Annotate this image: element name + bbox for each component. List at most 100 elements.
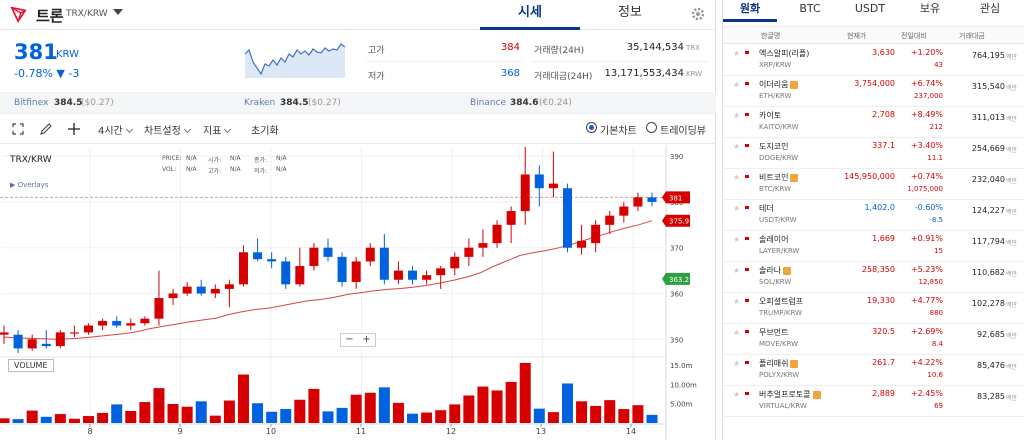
time-tick-label: 11 [356, 427, 366, 436]
exchange-name[interactable]: Binance [470, 98, 506, 108]
basic-chart-radio[interactable] [586, 122, 597, 133]
tab-holdings[interactable]: 보유 [903, 0, 957, 22]
high-value: 384 [500, 42, 520, 53]
candle-body [464, 247, 474, 257]
star-icon[interactable]: ★ [733, 297, 740, 306]
zoom-in-button[interactable]: + [362, 334, 370, 346]
star-icon[interactable]: ★ [733, 80, 740, 89]
divider [532, 61, 708, 62]
market-row[interactable]: ★ 비트코인 BTC/KRW 145,950,000 +0.74% 1,075,000 23… [723, 169, 1024, 200]
candle-body [55, 332, 65, 347]
candle-body [534, 174, 544, 189]
change-marker [745, 82, 749, 85]
market-row[interactable]: ★ 솔레이어 LAYER/KRW 1,669 +0.91% 15 117,794 백만 [723, 231, 1024, 262]
coin-name-text: 이더리움 [759, 80, 789, 89]
candle-body [281, 261, 291, 285]
star-icon[interactable]: ★ [733, 111, 740, 120]
tab-info[interactable]: 정보 [580, 0, 680, 30]
market-row[interactable]: ★ 테더 USDT/KRW 1,402.0 -0.60% -8.5 124,227 백만 [723, 200, 1024, 231]
coin-change-pct: +3.40% [910, 141, 943, 150]
candle-body [548, 183, 558, 189]
market-row[interactable]: ★ 버추얼프로토콜 VIRTUAL/KRW 2,889 +2.45% 69 83,285 백만 [723, 386, 1024, 417]
chart-canvas[interactable]: 39038037036035015.0m10.00m5.00m891011121… [0, 145, 716, 440]
market-row[interactable]: ★ 폴리매쉬 POLYX/KRW 261.7 +4.22% 10.6 85,476 백만 [723, 355, 1024, 386]
overlays-toggle[interactable]: ▶ Overlays [10, 181, 48, 189]
tab-krw[interactable]: 원화 [723, 0, 777, 22]
volume-unit: 백만 [1005, 271, 1017, 278]
volume-bar [505, 381, 517, 423]
star-icon[interactable]: ★ [733, 142, 740, 151]
coin-volume: 124,227 [971, 206, 1005, 215]
volume-bar [83, 416, 95, 423]
star-icon[interactable]: ★ [733, 266, 740, 275]
star-icon[interactable]: ★ [733, 328, 740, 337]
col-name[interactable]: 한글명 [761, 31, 780, 41]
market-row[interactable]: ★ 무브먼트 MOVE/KRW 320.5 +2.69% 8.4 92,685 백만 [723, 324, 1024, 355]
col-volume[interactable]: 거래대금 [959, 31, 985, 41]
tab-sise[interactable]: 시세 [480, 0, 580, 30]
reset-button[interactable]: 초기화 [251, 122, 279, 137]
volume-unit: TRX [686, 44, 700, 52]
volume-unit: 백만 [1005, 333, 1017, 340]
exchange-name[interactable]: Kraken [244, 98, 275, 108]
legend-key: VOL: [162, 166, 177, 173]
indicators-label: 지표 [203, 126, 222, 137]
tradingview-radio[interactable] [646, 122, 657, 133]
gear-icon[interactable] [690, 6, 706, 22]
candle-body [492, 224, 502, 244]
legend-key: 종가: [254, 157, 268, 164]
coin-change-pct: +2.69% [910, 327, 943, 336]
market-row[interactable]: ★ 도지코인 DOGE/KRW 337.1 +3.40% 11.1 254,669 백만 [723, 138, 1024, 169]
amount-value: 13,171,553,434 [604, 68, 684, 79]
star-icon[interactable]: ★ [733, 235, 740, 244]
indicators-dropdown[interactable]: 지표 [203, 122, 232, 137]
change-amount: ▼ -3 [56, 67, 80, 80]
market-row[interactable]: ★ 오피셜트럼프 TRUMP/KRW 19,330 +4.77% 880 102,278 백만 [723, 293, 1024, 324]
market-row[interactable]: ★ 솔라나 SOL/KRW 258,350 +5.23% 12,850 110,682 백만 [723, 262, 1024, 293]
volume-bar [26, 410, 38, 423]
crosshair-icon[interactable] [67, 122, 81, 136]
tab-favorites[interactable]: 관심 [963, 0, 1017, 22]
zoom-out-button[interactable]: − [345, 334, 353, 346]
star-icon[interactable]: ★ [733, 49, 740, 58]
market-row[interactable]: ★ 엑스알피(리플) XRP/KRW 3,630 +1.20% 43 764,195 백만 [723, 45, 1024, 76]
candle-body [450, 256, 460, 269]
coin-name: 오피셜트럼프 [759, 296, 803, 307]
coin-name: 카이토 [759, 110, 781, 121]
legend-value: N/A [186, 166, 197, 173]
tab-btc[interactable]: BTC [783, 0, 837, 22]
candle-body [154, 298, 164, 319]
fullscreen-icon[interactable] [12, 123, 24, 135]
market-row[interactable]: ★ 카이토 KAITO/KRW 2,708 +8.49% 212 311,013 백만 [723, 107, 1024, 138]
star-icon[interactable]: ★ [733, 390, 740, 399]
exchange-name[interactable]: Bitfinex [14, 98, 48, 108]
star-icon[interactable]: ★ [733, 359, 740, 368]
star-icon[interactable]: ★ [733, 173, 740, 182]
col-change[interactable]: 전일대비 [901, 31, 927, 41]
col-price[interactable]: 현재가 [847, 31, 866, 41]
coin-change-pct: +5.23% [910, 265, 943, 274]
time-tick-label: 9 [177, 427, 182, 436]
price-sparkline [245, 43, 345, 78]
star-icon[interactable]: ★ [733, 204, 740, 213]
volume-value: 35,144,534 [626, 42, 684, 53]
volume-unit: 백만 [1005, 54, 1017, 61]
coin-pair: ETH/KRW [759, 92, 792, 100]
pencil-icon[interactable] [39, 122, 53, 136]
amount-unit: KRW [686, 70, 703, 78]
volume-bar [280, 409, 292, 423]
coin-change-abs: 1,075,000 [907, 185, 943, 193]
candlestick-chart[interactable]: 39038037036035015.0m10.00m5.00m891011121… [0, 145, 716, 440]
volume-bar [576, 401, 588, 423]
interval-label: 4시간 [98, 126, 123, 137]
volume-unit: 백만 [1005, 240, 1017, 247]
tab-usdt[interactable]: USDT [843, 0, 897, 22]
chart-settings-dropdown[interactable]: 차트설정 [144, 122, 191, 137]
interval-dropdown[interactable]: 4시간 [98, 122, 133, 137]
volume-bar [392, 402, 404, 423]
pair-dropdown-icon[interactable] [113, 9, 123, 15]
legend-key: 저가: [254, 168, 268, 175]
coin-pair: POLYX/KRW [759, 371, 800, 379]
coin-volume: 117,794 [971, 237, 1005, 246]
market-row[interactable]: ★ 이더리움 ETH/KRW 3,754,000 +6.74% 237,000 315,54… [723, 76, 1024, 107]
